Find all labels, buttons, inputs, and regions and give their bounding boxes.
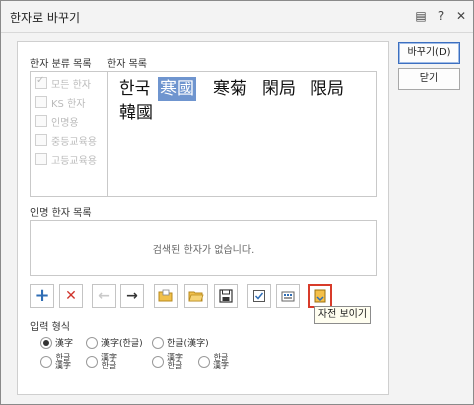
hanja-item[interactable]: 閑局: [260, 77, 298, 101]
radio-label: 한글(漢字): [167, 339, 209, 349]
radio-button[interactable]: [86, 336, 98, 349]
save-button[interactable]: [214, 284, 238, 308]
hanja-item[interactable]: 限局: [308, 77, 346, 101]
window-title: 한자로 바꾸기: [10, 11, 81, 25]
checklist-button[interactable]: [247, 284, 271, 308]
hanja-item[interactable]: 寒菊: [211, 77, 249, 101]
x-icon: ✕: [65, 288, 77, 304]
help-icon[interactable]: ?: [433, 8, 449, 24]
radio-option[interactable]: 漢字(한글): [86, 336, 143, 349]
category-item-middle[interactable]: 중등교육용: [35, 132, 97, 148]
input-format-label: 입력 형식: [30, 322, 70, 333]
properties-icon: [281, 291, 295, 302]
delete-button[interactable]: ✕: [59, 284, 83, 308]
category-item-high[interactable]: 고등교육용: [35, 151, 97, 167]
radio-option[interactable]: 漢字: [40, 336, 73, 349]
category-list: 모든 한자 KS 한자 인명용 중등교육용 고등교육용: [30, 71, 118, 197]
hanja-convert-dialog: 한자로 바꾸기 ▤ ? ✕ 한자 분류 목록 한자 목록 모든 한자 KS 한자…: [0, 0, 474, 405]
radio-option[interactable]: 한글 漢字: [40, 354, 71, 370]
category-item-label: 중등교육용: [51, 136, 97, 148]
save-icon: [219, 289, 233, 303]
dictionary-view-button[interactable]: [308, 284, 332, 308]
arrow-left-icon: ←: [98, 288, 110, 304]
add-button[interactable]: +: [30, 284, 54, 308]
plus-icon: +: [34, 285, 50, 306]
category-item-label: 인명용: [51, 117, 79, 129]
checkbox[interactable]: [35, 96, 47, 108]
category-item-person[interactable]: 인명용: [35, 113, 79, 129]
hanja-item[interactable]: 韓國: [117, 101, 155, 125]
checkbox[interactable]: [35, 75, 47, 89]
dictionary-icon: [314, 289, 326, 303]
hanja-list-label: 한자 목록: [107, 59, 147, 70]
open-folder-icon: [158, 289, 173, 302]
radio-label: 漢字 한글: [101, 354, 117, 370]
radio-button[interactable]: [40, 356, 52, 368]
main-panel: 한자 분류 목록 한자 목록 모든 한자 KS 한자 인명용 중등교육용 고등교…: [17, 41, 389, 395]
radio-option[interactable]: 한글(漢字): [152, 336, 209, 349]
person-hanja-list: 검색된 한자가 없습니다.: [30, 220, 377, 276]
convert-button[interactable]: 바꾸기(D): [398, 42, 460, 64]
person-hanja-label: 인명 한자 목록: [30, 208, 92, 219]
properties-button[interactable]: [276, 284, 300, 308]
radio-option[interactable]: 한글 漢字: [198, 354, 229, 370]
radio-button[interactable]: [152, 356, 164, 368]
category-item-all[interactable]: 모든 한자: [35, 75, 91, 91]
ruby-bottom: 한글: [167, 361, 183, 370]
ruby-bottom: 한글: [101, 361, 117, 370]
checkbox[interactable]: [35, 115, 47, 127]
checkbox[interactable]: [35, 134, 47, 146]
empty-message: 검색된 한자가 없습니다.: [152, 245, 255, 256]
radio-button[interactable]: [86, 356, 98, 368]
radio-button[interactable]: [152, 336, 164, 349]
close-button[interactable]: 닫기: [398, 68, 460, 90]
radio-option[interactable]: 漢字 한글: [86, 354, 117, 370]
radio-label: 한글 漢字: [213, 354, 229, 370]
radio-label: 한글 漢字: [55, 354, 71, 370]
category-list-label: 한자 분류 목록: [30, 59, 92, 70]
tooltip: 자전 보이기: [314, 306, 371, 324]
list-icon[interactable]: ▤: [413, 8, 429, 24]
radio-label: 漢字(한글): [101, 339, 143, 349]
category-item-label: 모든 한자: [51, 79, 91, 91]
hanja-list: 한국 寒國 寒菊 閑局 限局 韓國: [107, 71, 377, 197]
ruby-bottom: 漢字: [213, 361, 229, 370]
category-item-ks[interactable]: KS 한자: [35, 94, 85, 110]
ruby-bottom: 漢字: [55, 361, 71, 370]
folder-icon: [188, 291, 204, 302]
hanja-item-selected[interactable]: 寒國: [158, 77, 196, 101]
folder-button[interactable]: [184, 284, 208, 308]
close-icon[interactable]: ✕: [453, 8, 469, 24]
radio-option[interactable]: 漢字 한글: [152, 354, 183, 370]
radio-label: 漢字 한글: [167, 354, 183, 370]
arrow-right-icon: →: [126, 288, 138, 304]
radio-button[interactable]: [198, 356, 210, 368]
category-item-label: KS 한자: [51, 98, 86, 110]
open-folder-button[interactable]: [154, 284, 178, 308]
radio-label: 漢字: [55, 339, 74, 349]
checklist-icon: [253, 290, 265, 302]
forward-button[interactable]: →: [120, 284, 144, 308]
hanja-item[interactable]: 한국: [117, 77, 152, 101]
back-button[interactable]: ←: [92, 284, 116, 308]
titlebar: 한자로 바꾸기 ▤ ? ✕: [1, 1, 473, 33]
radio-button[interactable]: [40, 336, 52, 349]
category-item-label: 고등교육용: [51, 155, 97, 167]
checkbox[interactable]: [35, 153, 47, 165]
